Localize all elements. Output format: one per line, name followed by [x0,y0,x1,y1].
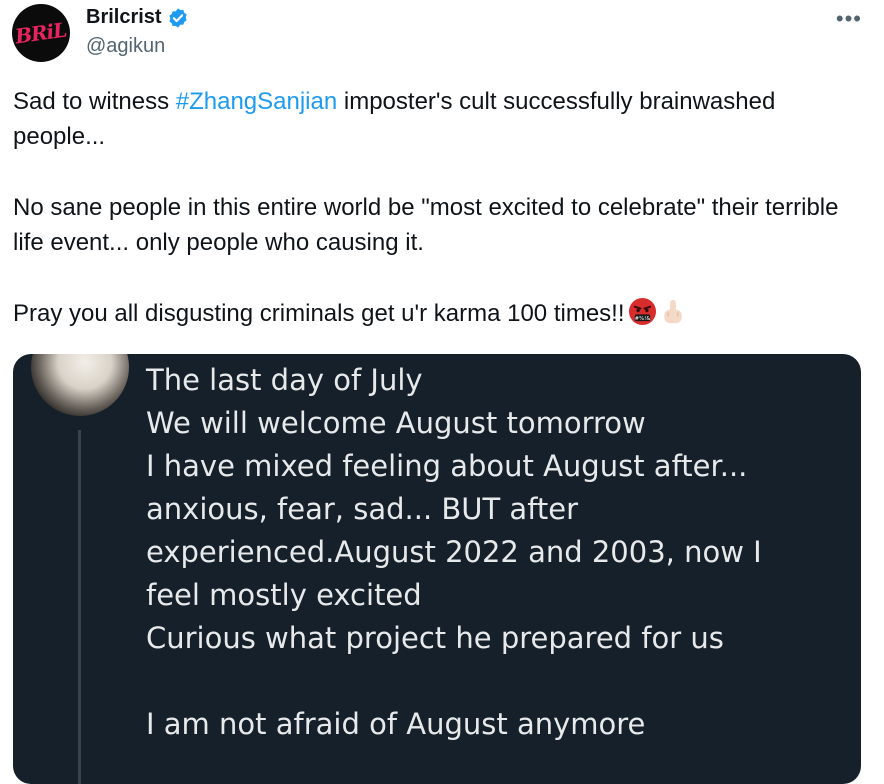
image-text-line: The last day of July [146,363,423,397]
verified-badge-icon [167,7,189,29]
user-block: Brilcrist @agikun [86,6,189,58]
tweet-paragraph-3: Pray you all disgusting criminals get u'… [13,296,873,336]
svg-text:#%!&: #%!& [634,316,650,322]
avatar-logo: BRiL [13,17,69,49]
image-text-blank-line [146,660,846,703]
image-text-line: anxious, fear, sad... BUT after [146,492,579,526]
middle-finger-emoji [660,297,686,336]
name-row: Brilcrist [86,6,189,29]
image-text-line: We will welcome August tomorrow [146,406,646,440]
handle[interactable]: @agikun [86,35,189,58]
image-text-line: feel mostly excited [146,578,422,612]
more-icon[interactable]: ••• [836,6,862,32]
tweet-paragraph-1: Sad to witness #ZhangSanjian imposter's … [13,84,873,154]
image-text-line: Curious what project he prepared for us [146,621,724,655]
display-name[interactable]: Brilcrist [86,6,162,29]
image-text-line: I have mixed feeling about August after.… [146,449,748,483]
thread-line [78,430,81,784]
profile-photo-thumbnail [31,354,129,416]
tweet-paragraph-2: No sane people in this entire world be "… [13,194,839,256]
cursing-face-emoji: #%!& [628,297,657,336]
image-text-line: experienced.August 2022 and 2003, now I [146,535,762,569]
tweet-text-part: Pray you all disgusting criminals get u'… [13,300,625,327]
quoted-image[interactable]: The last day of July We will welcome Aug… [13,354,861,784]
image-text: The last day of July We will welcome Aug… [146,359,846,746]
tweet-text: Sad to witness #ZhangSanjian imposter's … [13,84,873,336]
tweet-text-part: Sad to witness [13,88,176,115]
image-text-line: I am not afraid of August anymore [146,707,646,741]
avatar[interactable]: BRiL [12,4,70,62]
hashtag-link[interactable]: #ZhangSanjian [176,88,337,115]
